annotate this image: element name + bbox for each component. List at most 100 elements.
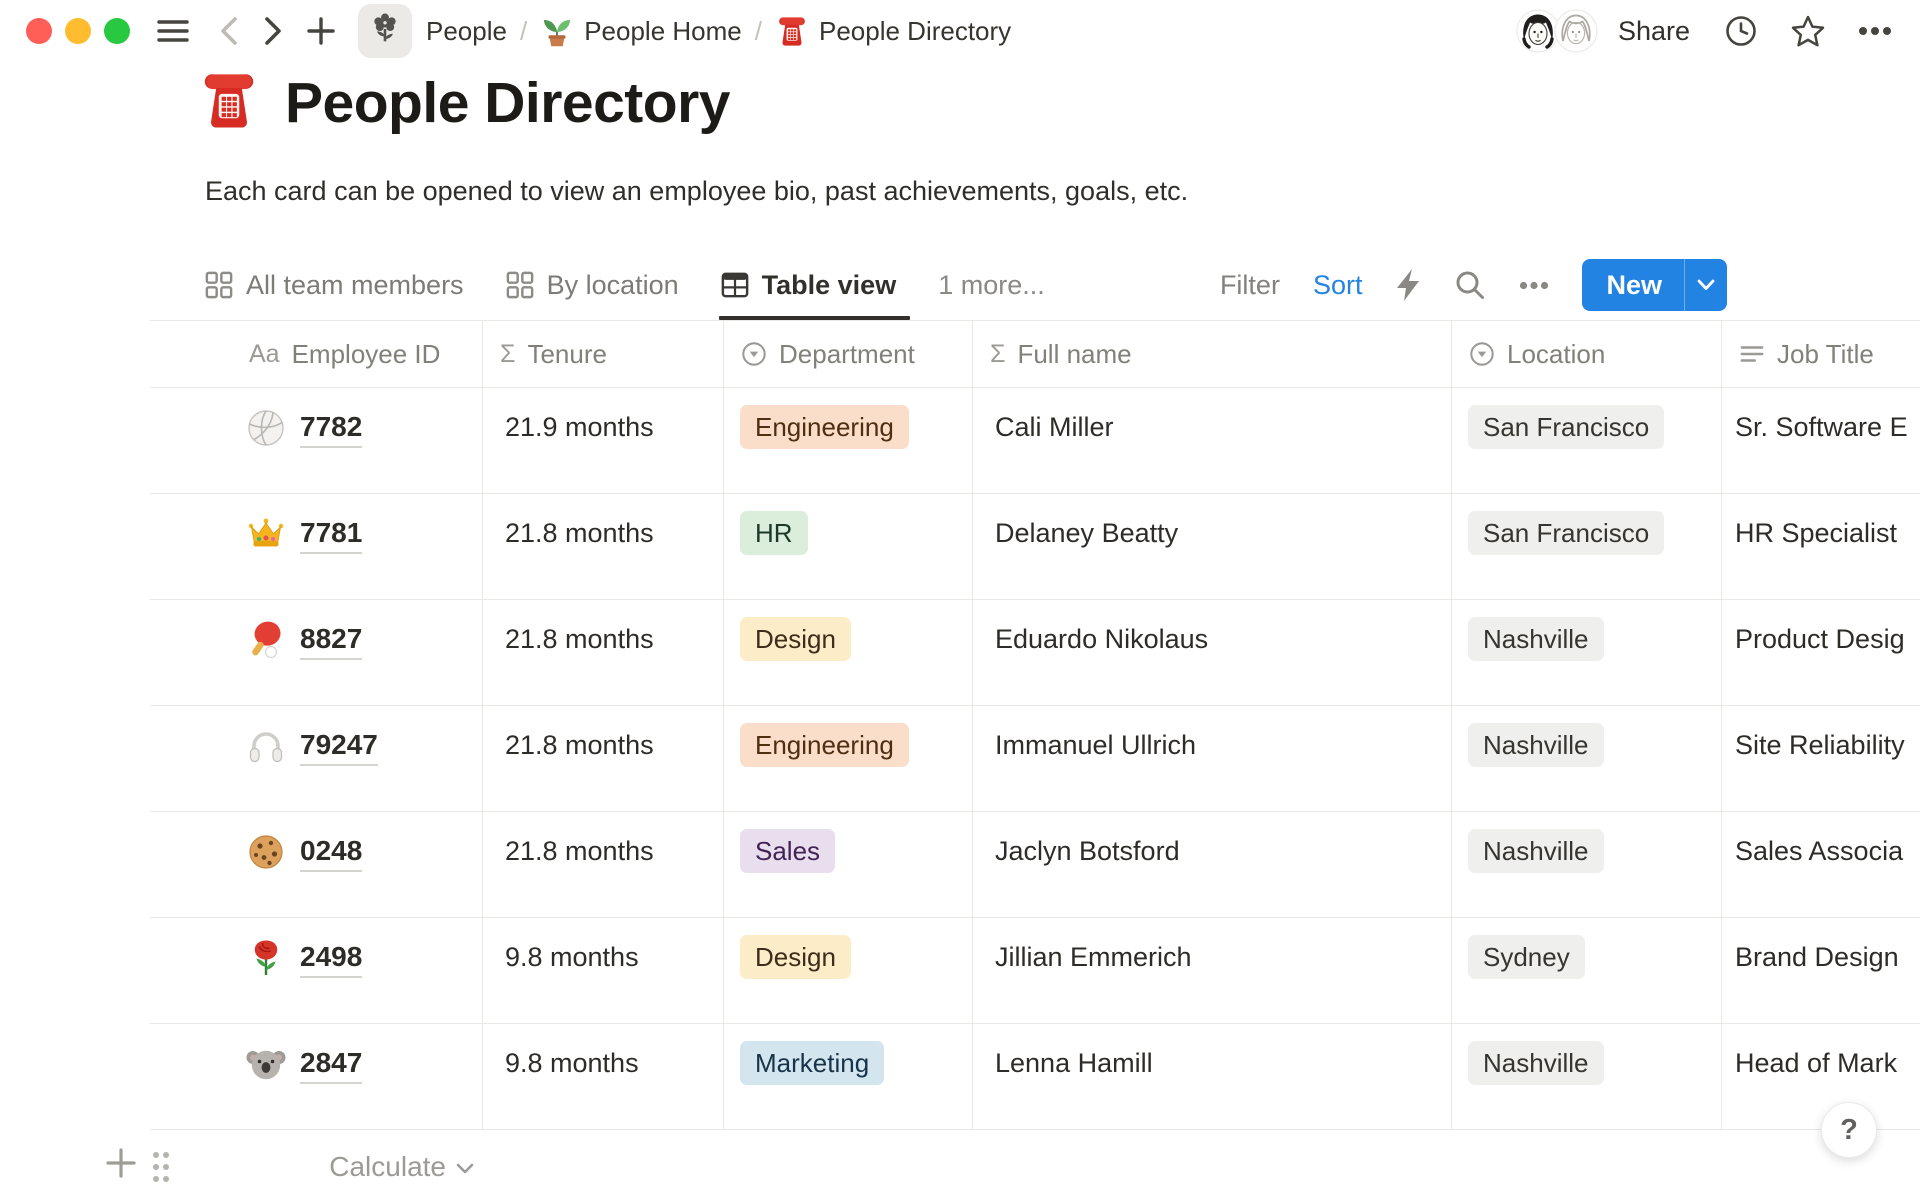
tab-table-view[interactable]: Table view <box>721 250 897 320</box>
tenure-cell[interactable]: 21.8 months <box>483 494 724 599</box>
tab-by-location[interactable]: By location <box>506 250 679 320</box>
more-options-icon[interactable] <box>1858 26 1892 36</box>
breadcrumb-item-people-home[interactable]: People Home <box>540 14 742 48</box>
department-cell[interactable]: Design <box>724 918 973 1023</box>
department-cell[interactable]: Engineering <box>724 388 973 493</box>
avatar <box>1554 9 1598 53</box>
employee-id-link[interactable]: 2498 <box>300 941 362 978</box>
column-header-employee-id[interactable]: AaEmployee ID <box>150 321 483 387</box>
table-row: 2847 9.8 monthsMarketingLenna HamillNashv… <box>150 1024 1920 1130</box>
location-cell[interactable]: San Francisco <box>1452 388 1722 493</box>
column-header-label: Tenure <box>527 339 607 370</box>
automation-lightning-icon[interactable] <box>1395 268 1421 302</box>
zoom-window-button[interactable] <box>104 18 130 44</box>
column-header-job-title[interactable]: Job Title <box>1722 321 1920 387</box>
column-header-full-name[interactable]: ΣFull name <box>973 321 1452 387</box>
job-title-cell[interactable]: Sales Associa <box>1722 812 1920 917</box>
breadcrumb: People / People Home / People Directory <box>358 4 1011 58</box>
employee-id-cell[interactable]: 2847 <box>150 1024 483 1129</box>
sort-button[interactable]: Sort <box>1313 270 1363 301</box>
department-cell[interactable]: Sales <box>724 812 973 917</box>
employee-id-link[interactable]: 7782 <box>300 411 362 448</box>
employee-id-link[interactable]: 0248 <box>300 835 362 872</box>
favorite-star-icon[interactable] <box>1790 14 1826 48</box>
location-cell[interactable]: Sydney <box>1452 918 1722 1023</box>
tenure-cell[interactable]: 21.8 months <box>483 812 724 917</box>
full-name-cell[interactable]: Jaclyn Botsford <box>973 812 1452 917</box>
tenure-cell[interactable]: 21.8 months <box>483 600 724 705</box>
full-name-cell[interactable]: Delaney Beatty <box>973 494 1452 599</box>
column-header-location[interactable]: Location <box>1452 321 1722 387</box>
tenure-cell[interactable]: 21.9 months <box>483 388 724 493</box>
full-name-cell[interactable]: Immanuel Ullrich <box>973 706 1452 811</box>
column-header-department[interactable]: Department <box>724 321 973 387</box>
red-telephone-icon[interactable] <box>197 68 261 137</box>
department-tag: HR <box>740 511 808 555</box>
employee-id-cell[interactable]: 8827 <box>150 600 483 705</box>
updates-clock-icon[interactable] <box>1724 14 1758 48</box>
job-title-cell[interactable]: HR Specialist <box>1722 494 1920 599</box>
table-row: 79247 21.8 monthsEngineeringImmanuel Ullr… <box>150 706 1920 812</box>
page-description[interactable]: Each card can be opened to view an emplo… <box>205 176 1188 207</box>
page-title[interactable]: People Directory <box>285 70 730 136</box>
employee-id-link[interactable]: 2847 <box>300 1047 362 1084</box>
full-name-cell[interactable]: Cali Miller <box>973 388 1452 493</box>
column-header-tenure[interactable]: ΣTenure <box>483 321 724 387</box>
location-cell[interactable]: San Francisco <box>1452 494 1722 599</box>
department-cell[interactable]: Engineering <box>724 706 973 811</box>
sidebar-toggle-icon[interactable] <box>156 16 190 46</box>
department-cell[interactable]: Marketing <box>724 1024 973 1129</box>
search-icon[interactable] <box>1454 269 1486 301</box>
column-header-label: Full name <box>1017 339 1131 370</box>
tenure-cell[interactable]: 9.8 months <box>483 918 724 1023</box>
department-cell[interactable]: HR <box>724 494 973 599</box>
full-name-cell[interactable]: Jillian Emmerich <box>973 918 1452 1023</box>
full-name-cell[interactable]: Eduardo Nikolaus <box>973 600 1452 705</box>
location-cell[interactable]: Nashville <box>1452 706 1722 811</box>
tab-all-team-members[interactable]: All team members <box>205 250 464 320</box>
close-window-button[interactable] <box>26 18 52 44</box>
location-tag: Nashville <box>1468 723 1604 767</box>
location-cell[interactable]: Nashville <box>1452 812 1722 917</box>
cookie-icon <box>246 832 286 872</box>
full-name-cell[interactable]: Lenna Hamill <box>973 1024 1452 1129</box>
employee-id-cell[interactable]: 79247 <box>150 706 483 811</box>
employee-id-cell[interactable]: 0248 <box>150 812 483 917</box>
location-cell[interactable]: Nashville <box>1452 600 1722 705</box>
forward-icon[interactable] <box>260 15 286 47</box>
breadcrumb-item-people[interactable]: People <box>426 16 507 47</box>
calculate-button[interactable]: Calculate <box>150 1146 483 1188</box>
employee-id-link[interactable]: 79247 <box>300 729 378 766</box>
breadcrumb-item-people-directory[interactable]: People Directory <box>775 14 1011 48</box>
view-options-icon[interactable] <box>1519 281 1549 290</box>
location-tag: Nashville <box>1468 829 1604 873</box>
help-button[interactable]: ? <box>1821 1102 1877 1158</box>
workspace-flower-icon[interactable] <box>358 4 412 58</box>
collaborator-avatars[interactable] <box>1516 9 1598 53</box>
job-title-cell[interactable]: Site Reliability <box>1722 706 1920 811</box>
back-icon[interactable] <box>216 15 242 47</box>
job-title-cell[interactable]: Brand Design <box>1722 918 1920 1023</box>
location-tag: Nashville <box>1468 617 1604 661</box>
employee-id-link[interactable]: 8827 <box>300 623 362 660</box>
minimize-window-button[interactable] <box>65 18 91 44</box>
job-title-cell[interactable]: Sr. Software E <box>1722 388 1920 493</box>
department-cell[interactable]: Design <box>724 600 973 705</box>
employee-id-cell[interactable]: 7782 <box>150 388 483 493</box>
job-title-cell[interactable]: Head of Mark <box>1722 1024 1920 1129</box>
chevron-down-icon[interactable] <box>1685 259 1727 311</box>
employee-id-link[interactable]: 7781 <box>300 517 362 554</box>
location-tag: San Francisco <box>1468 405 1664 449</box>
tenure-cell[interactable]: 9.8 months <box>483 1024 724 1129</box>
employee-id-cell[interactable]: 2498 <box>150 918 483 1023</box>
employee-id-cell[interactable]: 7781 <box>150 494 483 599</box>
add-row-button[interactable] <box>104 1146 138 1185</box>
job-title-cell[interactable]: Product Desig <box>1722 600 1920 705</box>
filter-button[interactable]: Filter <box>1220 270 1280 301</box>
new-tab-icon[interactable] <box>306 16 336 46</box>
tenure-cell[interactable]: 21.8 months <box>483 706 724 811</box>
location-cell[interactable]: Nashville <box>1452 1024 1722 1129</box>
more-views-button[interactable]: 1 more... <box>938 270 1045 301</box>
share-button[interactable]: Share <box>1618 16 1690 47</box>
new-record-button[interactable]: New <box>1582 259 1727 311</box>
